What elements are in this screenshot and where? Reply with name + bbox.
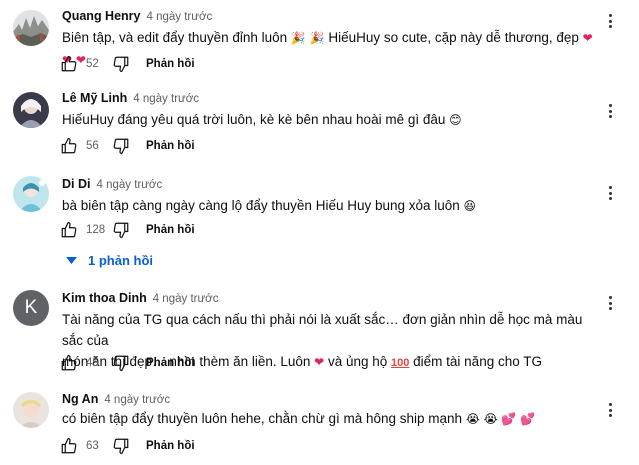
comment-timestamp[interactable]: 4 ngày trước [104,394,170,406]
more-actions-icon[interactable] [607,296,613,310]
thumbs-down-icon [113,438,129,455]
dislike-button[interactable] [110,435,132,457]
dislike-button[interactable] [110,135,132,157]
reply-button[interactable]: Phản hồi [146,58,195,70]
like-count: 63 [86,440,99,452]
dislike-button[interactable] [110,53,132,75]
comment-item: Lê Mỹ Linh 4 ngày trước HiếuHuy đáng yêu… [0,82,639,162]
avatar-letter: K [24,297,38,318]
comment-author[interactable]: Quang Henry [62,9,141,23]
comment-item: Quang Henry 4 ngày trước Biên tập, và ed… [0,0,639,80]
more-actions-icon[interactable] [607,186,613,200]
comment-timestamp[interactable]: 4 ngày trước [153,293,219,305]
comment-item: K Kim thoa Dinh 4 ngày trước Tài năng củ… [0,282,639,382]
replies-count-label: 1 phản hồi [88,253,153,268]
dislike-button[interactable] [110,219,132,241]
comment-text-line: Tài năng của TG qua cách nấu thì phải nó… [62,312,583,348]
crying-icon: 😭 [465,412,480,426]
like-count: 56 [86,140,99,152]
reply-button[interactable]: Phản hồi [146,357,195,369]
comment-item: Di Di 4 ngày trước bà biên tập càng ngày… [0,168,639,248]
avatar[interactable] [13,176,49,212]
pink-hearts-icon: 💕 [501,412,517,426]
comment-author[interactable]: Ng An [62,392,98,406]
thumbs-up-icon [61,354,77,371]
like-button[interactable] [58,352,80,374]
smile-icon: 😊 [449,113,462,127]
like-button[interactable] [58,219,80,241]
thumbs-up-icon [61,55,77,72]
comment-author[interactable]: Lê Mỹ Linh [62,91,127,105]
comment-timestamp[interactable]: 4 ngày trước [96,179,162,191]
comment-text: HiếuHuy đáng yêu quá trời luôn, kè kè bê… [62,112,462,127]
heart-icon: ❤ [582,31,593,45]
avatar[interactable]: K [13,290,49,326]
more-actions-icon[interactable] [607,104,613,118]
party-icon: 🎉 [309,31,325,45]
like-button[interactable] [58,135,80,157]
comment-timestamp[interactable]: 4 ngày trước [147,11,213,23]
reply-button[interactable]: Phản hồi [146,440,195,452]
like-count: 128 [86,224,106,236]
laughing-icon: 😆 [463,199,477,213]
comment-text: bà biên tập càng ngày càng lộ đẩy thuyền… [62,198,477,213]
like-count: 45 [86,357,99,369]
avatar[interactable] [13,92,49,128]
thumbs-down-icon [113,222,129,239]
reply-button[interactable]: Phản hồi [146,224,195,236]
comment-timestamp[interactable]: 4 ngày trước [133,93,199,105]
party-icon: 🎉 [290,31,306,45]
dislike-button[interactable] [110,352,132,374]
hundred-points-icon: 100 [391,357,410,369]
thumbs-down-icon [113,138,129,155]
view-replies-button[interactable]: 1 phản hồi [66,253,153,268]
like-button[interactable] [58,53,80,75]
comment-text: có biên tập đẩy thuyền luôn hehe, chằn c… [62,411,536,426]
thumbs-up-icon [61,137,77,154]
avatar[interactable] [13,392,49,428]
like-button[interactable] [58,435,80,457]
thumbs-up-icon [61,437,77,454]
comment-item: Ng An 4 ngày trước có biên tập đẩy thuyề… [0,383,639,465]
thumbs-down-icon [113,56,129,73]
chevron-down-icon [66,257,77,264]
like-count: 52 [86,58,99,70]
more-actions-icon[interactable] [607,403,613,417]
thumbs-up-icon [61,221,77,238]
comment-author[interactable]: Di Di [62,177,90,191]
thumbs-down-icon [113,355,129,372]
comment-author[interactable]: Kim thoa Dinh [62,291,147,305]
heart-icon: ❤ [314,355,325,369]
pink-hearts-icon: 💕 [520,412,536,426]
reply-button[interactable]: Phản hồi [146,140,195,152]
crying-icon: 😭 [483,412,498,426]
more-actions-icon[interactable] [607,14,613,28]
avatar[interactable] [13,10,49,46]
